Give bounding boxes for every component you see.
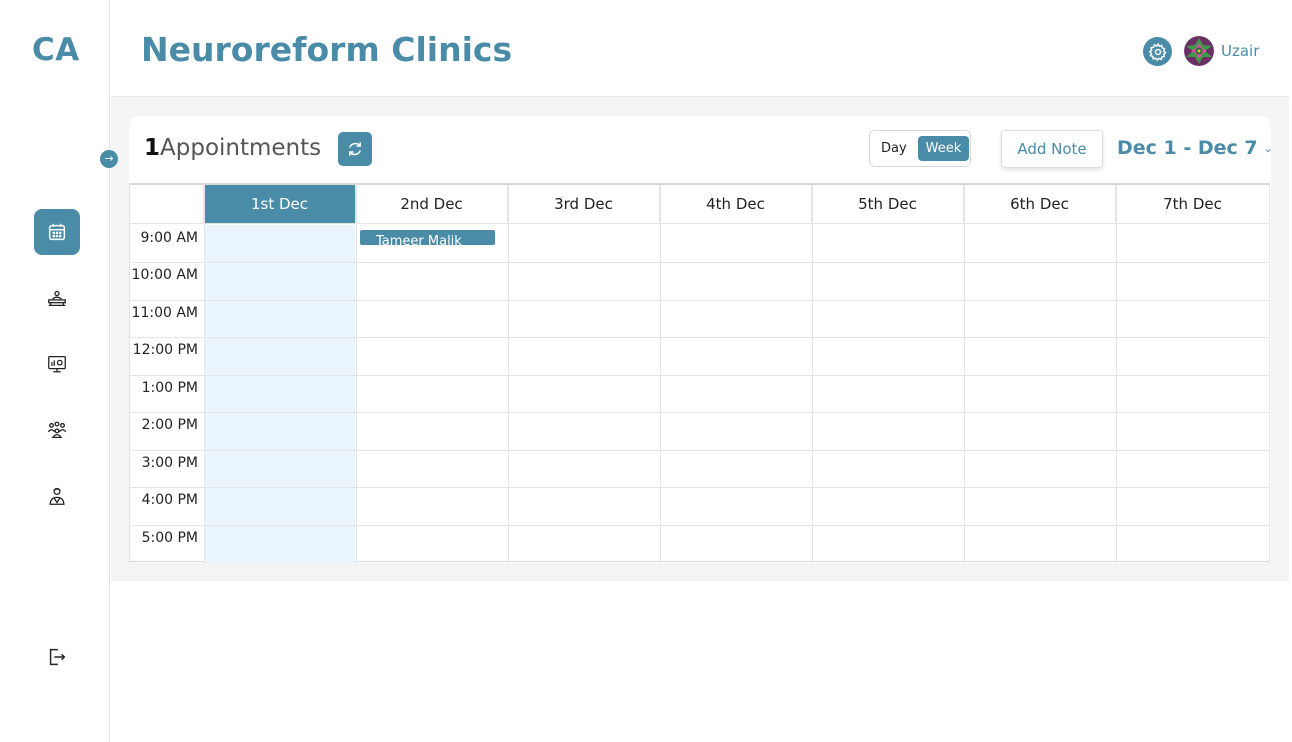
doctor-icon (49, 487, 65, 505)
page-title: Neuroreform Clinics (141, 30, 513, 69)
view-day-button[interactable]: Day (873, 136, 915, 161)
avatar[interactable] (1184, 36, 1214, 66)
day-header-7[interactable]: 7th Dec (1116, 185, 1270, 224)
sidebar-item-calendar[interactable] (34, 209, 80, 255)
sidebar-item-doctors[interactable] (34, 473, 80, 519)
app-logo[interactable]: CA (32, 32, 80, 68)
day-header-1[interactable]: 1st Dec (204, 185, 356, 224)
logout-icon (49, 648, 66, 666)
time-label: 11:00 AM (131, 305, 198, 321)
time-label: 1:00 PM (141, 380, 198, 396)
grid-col-line (964, 185, 965, 563)
chevron-down-icon: ⌄ (1263, 141, 1273, 155)
date-range-dropdown[interactable]: Dec 1 - Dec 7 ⌄ (1117, 137, 1273, 159)
app-root: CA → Neuroreform Clinics Uzair 1Appointm… (0, 0, 1292, 742)
grid-row-line (129, 525, 1270, 526)
time-label: 3:00 PM (141, 455, 198, 471)
grid-col-line (508, 185, 509, 563)
grid-row-line (129, 262, 1270, 263)
sidebar-toggle-button[interactable]: → (100, 150, 118, 168)
grid-col-line (204, 185, 205, 563)
grid-col-line (812, 185, 813, 563)
add-note-button[interactable]: Add Note (1001, 130, 1103, 168)
sidebar: CA (0, 0, 110, 742)
today-column (204, 225, 355, 563)
patient-bed-icon (48, 290, 66, 307)
appointments-heading: 1Appointments (144, 135, 321, 161)
time-label: 12:00 PM (132, 342, 198, 358)
gear-icon (1148, 42, 1167, 61)
arrow-right-icon: → (104, 152, 114, 165)
grid-row-line (129, 300, 1270, 301)
day-header-2[interactable]: 2nd Dec (356, 185, 508, 224)
appointment-count: 1 (144, 135, 161, 161)
logout-button[interactable] (34, 634, 80, 680)
grid-row-line (129, 450, 1270, 451)
day-header-4[interactable]: 4th Dec (660, 185, 812, 224)
time-header-cell (129, 185, 204, 224)
time-label: 9:00 AM (140, 230, 198, 246)
day-header-5[interactable]: 5th Dec (812, 185, 964, 224)
monitor-chart-icon (48, 356, 66, 373)
sidebar-item-staff[interactable] (34, 407, 80, 453)
grid-col-line (660, 185, 661, 563)
grid-row-line (129, 412, 1270, 413)
time-label: 5:00 PM (141, 530, 198, 546)
calendar-icon (48, 223, 66, 241)
time-label: 10:00 AM (131, 267, 198, 283)
day-header-6[interactable]: 6th Dec (964, 185, 1116, 224)
appointment-label: Appointments (160, 135, 322, 161)
week-calendar: 1st Dec 2nd Dec 3rd Dec 4th Dec 5th Dec … (129, 183, 1270, 563)
time-label: 2:00 PM (141, 417, 198, 433)
grid-col-line (1269, 185, 1270, 563)
event-title: Tameer Malik (376, 234, 462, 245)
refresh-icon (349, 142, 361, 156)
user-name[interactable]: Uzair (1221, 42, 1259, 60)
date-range-label: Dec 1 - Dec 7 (1117, 137, 1258, 159)
users-group-icon (47, 421, 67, 438)
grid-row-line (129, 487, 1270, 488)
sidebar-item-patients[interactable] (34, 276, 80, 322)
grid-row-line (129, 375, 1270, 376)
settings-button[interactable] (1143, 37, 1172, 66)
grid-col-line (1116, 185, 1117, 563)
sidebar-item-reports[interactable] (34, 341, 80, 387)
day-header-3[interactable]: 3rd Dec (508, 185, 660, 224)
view-week-button[interactable]: Week (917, 136, 970, 161)
grid-col-line (356, 185, 357, 563)
calendar-event[interactable]: Tameer Malik (360, 230, 495, 245)
refresh-button[interactable] (338, 132, 372, 166)
time-label: 4:00 PM (141, 492, 198, 508)
view-toggle: Day Week (869, 130, 971, 167)
grid-row-line (129, 337, 1270, 338)
user-avatar-image (1184, 36, 1214, 66)
